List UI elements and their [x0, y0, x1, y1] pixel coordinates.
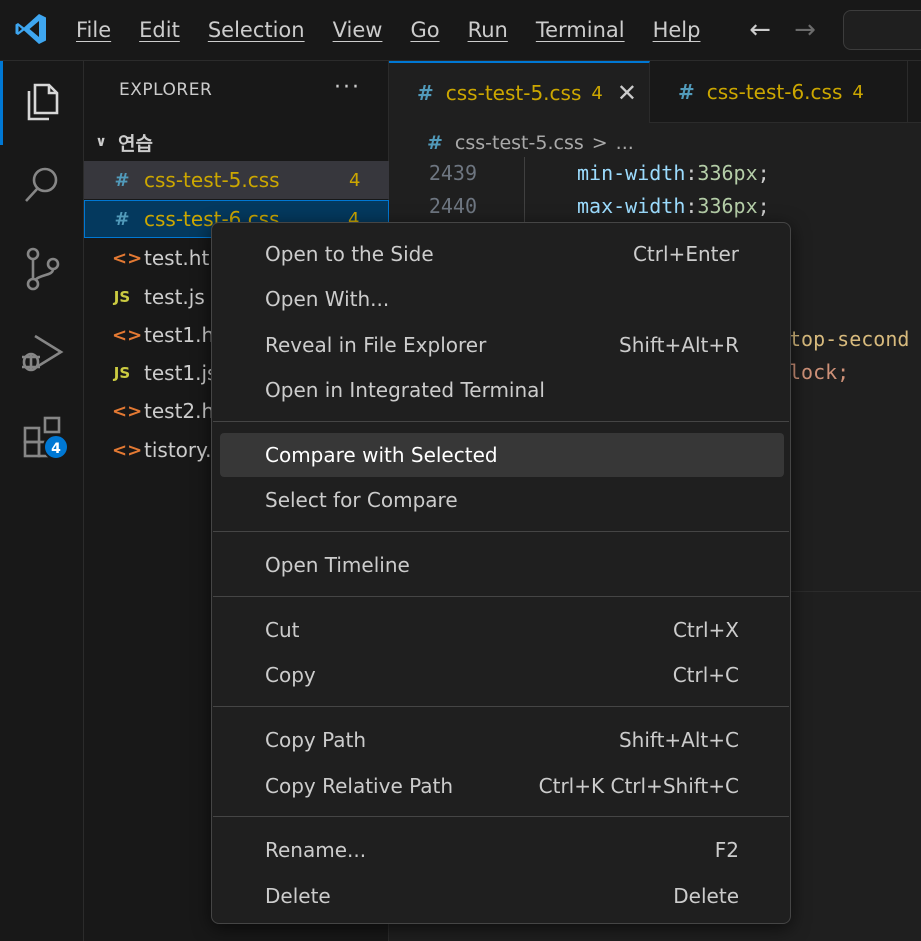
- menu-selection[interactable]: Selection: [194, 0, 319, 61]
- menu-rename[interactable]: Rename... F2: [220, 828, 784, 872]
- menu-view[interactable]: View: [319, 0, 397, 61]
- run-debug-icon[interactable]: [0, 313, 84, 393]
- menu-separator: [213, 816, 789, 817]
- menu-copy[interactable]: Copy Ctrl+C: [220, 653, 784, 697]
- code-fragment: lock;: [789, 360, 850, 384]
- css-value: 336px: [697, 194, 758, 218]
- menu-terminal[interactable]: Terminal: [522, 0, 639, 61]
- problem-count: 4: [852, 81, 864, 103]
- extensions-badge: 4: [43, 434, 69, 460]
- menu-delete[interactable]: Delete Delete: [220, 874, 784, 918]
- tab-label: css-test-5.css: [445, 81, 582, 105]
- menu-open-timeline[interactable]: Open Timeline: [220, 543, 784, 587]
- html-file-icon: <>: [112, 247, 143, 269]
- chevron-down-icon: ∨: [95, 134, 107, 150]
- menu-edit[interactable]: Edit: [125, 0, 194, 61]
- menu-separator: [213, 421, 789, 422]
- source-control-icon[interactable]: [0, 229, 84, 309]
- css-file-icon: #: [427, 132, 443, 154]
- css-file-icon: #: [114, 208, 130, 230]
- more-actions-icon[interactable]: ···: [334, 75, 361, 100]
- title-bar: File Edit Selection View Go Run Terminal…: [0, 0, 921, 61]
- css-property: max-width: [577, 194, 686, 218]
- menu-go[interactable]: Go: [396, 0, 453, 61]
- menu-help[interactable]: Help: [639, 0, 715, 61]
- breadcrumb-rest[interactable]: ...: [616, 132, 634, 154]
- forward-arrow-icon[interactable]: →: [790, 14, 820, 46]
- menu-separator: [213, 531, 789, 532]
- search-icon[interactable]: [0, 145, 84, 225]
- menu-file[interactable]: File: [62, 0, 125, 61]
- css-file-icon: #: [417, 81, 434, 105]
- breadcrumb-file[interactable]: css-test-5.css: [455, 132, 584, 154]
- explorer-icon[interactable]: [0, 61, 84, 145]
- tab-label: css-test-6.css: [706, 80, 843, 104]
- file-name: css-test-5.css: [144, 168, 280, 192]
- context-menu: Open to the Side Ctrl+Enter Open With...…: [211, 222, 791, 924]
- menu-separator: [213, 706, 789, 707]
- panel-divider: [789, 591, 921, 592]
- css-value: 336px: [697, 161, 758, 185]
- extensions-icon[interactable]: 4: [0, 397, 84, 477]
- menu-separator: [213, 596, 789, 597]
- js-file-icon: JS: [113, 288, 131, 306]
- vscode-logo-icon: [15, 14, 46, 44]
- breadcrumb-separator: >: [591, 132, 608, 154]
- js-file-icon: JS: [113, 364, 131, 382]
- menu-run[interactable]: Run: [454, 0, 522, 61]
- line-number: 2440: [428, 194, 477, 218]
- css-file-icon: #: [678, 80, 695, 104]
- back-arrow-icon[interactable]: ←: [745, 14, 775, 46]
- command-center[interactable]: [843, 10, 921, 50]
- menu-reveal-in-explorer[interactable]: Reveal in File Explorer Shift+Alt+R: [220, 323, 784, 367]
- folder-name: 연습: [118, 132, 153, 155]
- problem-count: 4: [591, 82, 603, 104]
- close-icon[interactable]: ✕: [617, 79, 637, 107]
- line-number: 2439: [428, 161, 477, 185]
- menu-copy-relative-path[interactable]: Copy Relative Path Ctrl+K Ctrl+Shift+C: [220, 764, 784, 808]
- menu-open-with[interactable]: Open With...: [220, 277, 784, 321]
- menu-bar: File Edit Selection View Go Run Terminal…: [62, 0, 714, 61]
- file-item[interactable]: # css-test-5.css 4: [84, 161, 389, 199]
- tab-css-test-5[interactable]: # css-test-5.css 4 ✕: [389, 61, 650, 123]
- code-fragment: top-second: [789, 327, 910, 351]
- menu-compare-with-selected[interactable]: Compare with Selected: [220, 433, 784, 477]
- tab-css-test-6[interactable]: # css-test-6.css 4: [650, 61, 908, 123]
- menu-open-to-side[interactable]: Open to the Side Ctrl+Enter: [220, 232, 784, 276]
- menu-select-for-compare[interactable]: Select for Compare: [220, 478, 784, 522]
- html-file-icon: <>: [112, 324, 143, 346]
- folder-row[interactable]: ∨ 연습: [84, 123, 389, 161]
- css-property: min-width: [577, 161, 686, 185]
- html-file-icon: <>: [112, 439, 143, 461]
- tab-bar: # css-test-5.css 4 ✕ # css-test-6.css 4: [389, 61, 921, 123]
- problem-count: 4: [349, 169, 361, 191]
- menu-open-in-terminal[interactable]: Open in Integrated Terminal: [220, 368, 784, 412]
- css-file-icon: #: [114, 169, 130, 191]
- menu-cut[interactable]: Cut Ctrl+X: [220, 608, 784, 652]
- sidebar-title: EXPLORER: [119, 80, 213, 100]
- menu-copy-path[interactable]: Copy Path Shift+Alt+C: [220, 718, 784, 762]
- activity-bar: 4: [0, 61, 84, 941]
- html-file-icon: <>: [112, 400, 143, 422]
